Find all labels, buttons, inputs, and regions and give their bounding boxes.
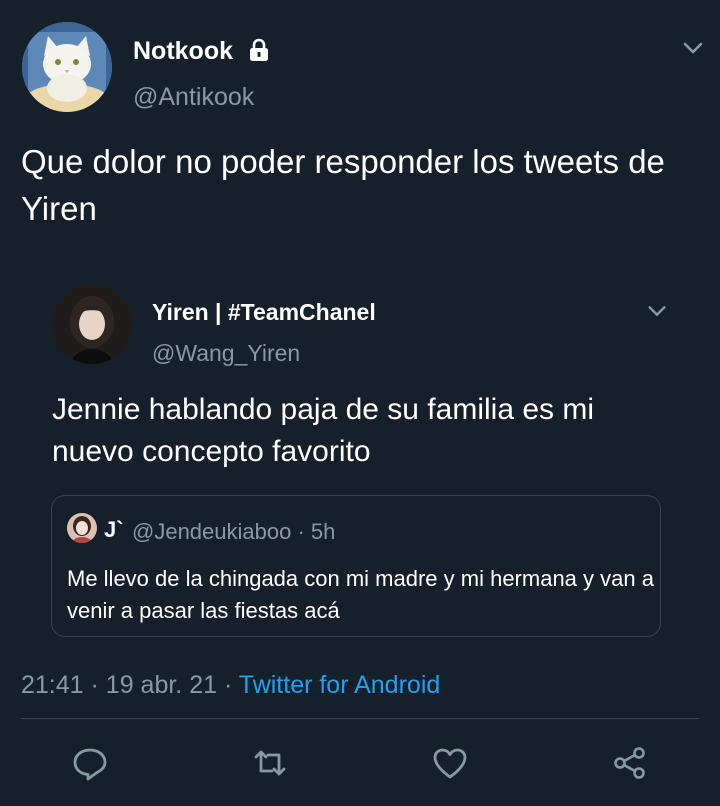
- quoted-author-avatar[interactable]: [52, 284, 132, 364]
- nested-author-meta: @Jendeukiaboo · 5h: [132, 519, 335, 545]
- like-icon[interactable]: [430, 743, 470, 783]
- nested-author-avatar: [67, 513, 97, 543]
- chevron-down-icon[interactable]: [680, 35, 706, 61]
- share-icon[interactable]: [610, 743, 650, 783]
- meta-separator: ·: [223, 671, 233, 699]
- quoted-chevron-down-icon[interactable]: [645, 299, 669, 323]
- nested-tweet-time: 5h: [310, 519, 336, 544]
- tweet-date: 19 abr. 21: [105, 671, 218, 699]
- quoted-tweet-text: Jennie hablando paja de su familia es mi…: [52, 393, 595, 468]
- author-handle[interactable]: @Antikook: [133, 83, 254, 112]
- tweet-meta: 21:41 · 19 abr. 21 · Twitter for Android: [21, 671, 440, 700]
- author-name[interactable]: Notkook: [133, 37, 233, 66]
- meta-separator: ·: [297, 519, 305, 544]
- nested-tweet-text: Me llevo de la chingada con mi madre y m…: [67, 566, 654, 623]
- divider: [21, 718, 699, 719]
- retweet-icon[interactable]: [250, 743, 290, 783]
- quoted-author-name[interactable]: Yiren | #TeamChanel: [152, 299, 376, 326]
- nested-author-handle: @Jendeukiaboo: [132, 519, 292, 544]
- tweet-time: 21:41: [21, 671, 84, 699]
- quoted-author-handle[interactable]: @Wang_Yiren: [152, 340, 300, 367]
- author-avatar[interactable]: [22, 22, 112, 112]
- reply-icon[interactable]: [70, 743, 110, 783]
- lock-icon: [246, 37, 272, 63]
- tweet-source-link[interactable]: Twitter for Android: [239, 671, 440, 699]
- nested-author-name: J`: [104, 517, 124, 542]
- meta-separator: ·: [90, 671, 99, 699]
- tweet-text: Que dolor no poder responder los tweets …: [21, 143, 665, 227]
